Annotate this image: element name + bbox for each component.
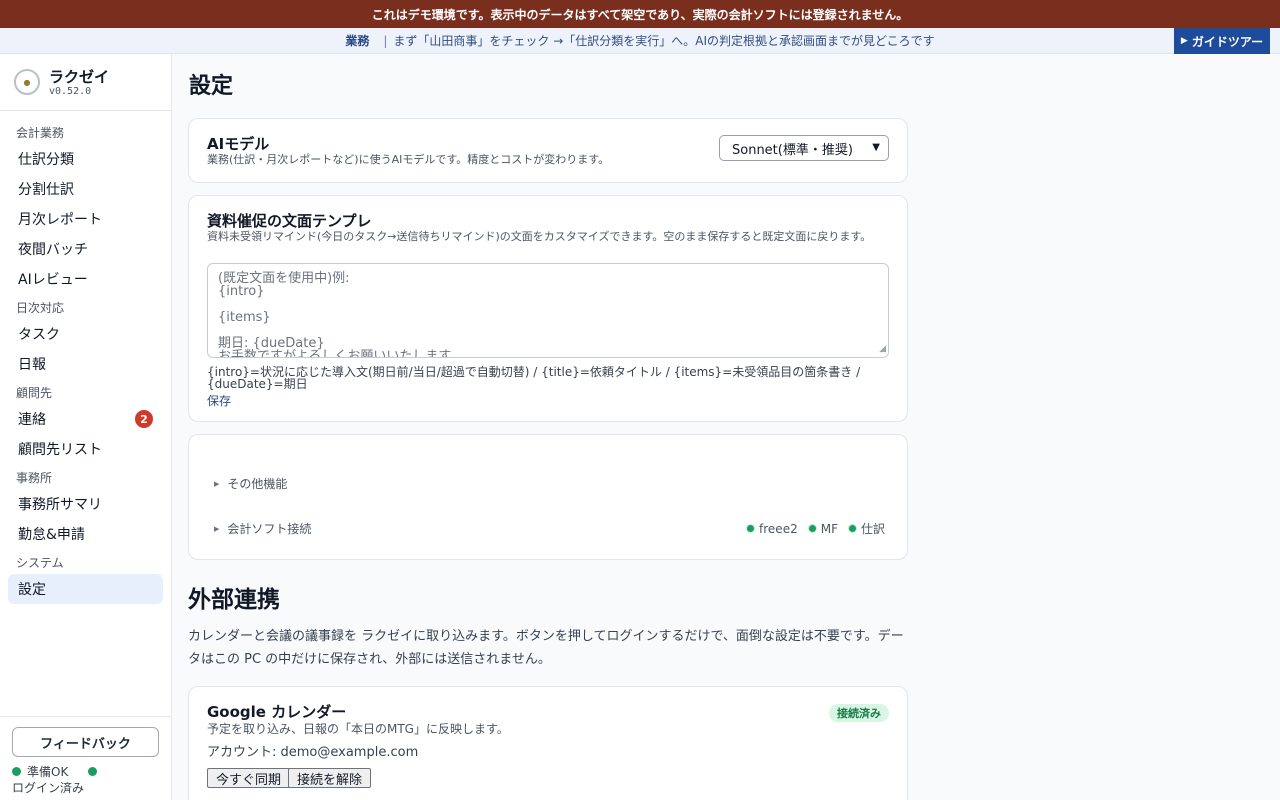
login-status: ログイン済み — [12, 781, 85, 795]
sidebar-item-settings[interactable]: 設定 — [8, 574, 163, 604]
guide-text: まず「山田商事」をチェック →「仕訳分類を実行」へ。AIの判定根拠と承認画面まで… — [393, 34, 935, 48]
system-status: 準備OK — [12, 763, 103, 780]
sidebar-item-label: 顧問先リスト — [18, 442, 102, 458]
connected-icon — [746, 524, 756, 533]
sidebar-item-monthly-report[interactable]: 月次レポート — [8, 204, 163, 234]
ai-model-title: AIモデル — [207, 135, 270, 153]
ai-model-card: AIモデル 業務(仕訳・月次レポートなど)に使うAIモデルです。精度とコストが変… — [188, 118, 908, 183]
status-badge: 接続済み — [829, 704, 889, 722]
template-save-button[interactable]: 保存 — [207, 392, 231, 409]
sidebar-item-journal-classify[interactable]: 仕訳分類 — [8, 144, 163, 174]
demo-banner: これはデモ環境です。表示中のデータはすべて架空であり、実際の会計ソフトには登録さ… — [0, 0, 1280, 28]
app-logo-icon: ● — [14, 69, 40, 95]
sidebar-item-label: 日報 — [18, 357, 46, 373]
accounting-link-label: 会計ソフト接続 — [227, 522, 312, 536]
sidebar-item-label: 夜間バッチ — [18, 242, 88, 258]
page-title: 設定 — [189, 74, 234, 99]
app-version: v0.52.0 — [49, 85, 92, 97]
chevron-down-icon: ▼ — [872, 142, 880, 153]
sidebar-item-client-list[interactable]: 顧問先リスト — [8, 434, 163, 464]
guide-bar: 業務 | まず「山田商事」をチェック →「仕訳分類を実行」へ。AIの判定根拠と承… — [0, 28, 1280, 54]
sidebar: ● ラクゼイ v0.52.0 会計業務 仕訳分類 分割仕訳 月次レポート 夜間バ… — [0, 54, 172, 800]
sidebar-item-label: 設定 — [18, 582, 46, 598]
demo-banner-text: これはデモ環境です。表示中のデータはすべて架空であり、実際の会計ソフトには登録さ… — [371, 7, 909, 22]
disclosure-triangle-icon: ▶ — [214, 524, 220, 533]
brand[interactable]: ● ラクゼイ v0.52.0 — [0, 54, 171, 111]
guide-separator: | — [383, 33, 388, 48]
app-name: ラクゼイ — [49, 67, 110, 86]
template-line: {intro} — [218, 284, 265, 299]
sidebar-footer: フィードバック 準備OK ログイン済み — [0, 716, 171, 800]
nav-section-office: 事務所 — [16, 471, 53, 485]
connection-status-list: freee2 MF 仕訳 — [736, 520, 885, 537]
google-calendar-description: 予定を取り込み、日報の「本日のMTG」に反映します。 — [207, 722, 509, 736]
sidebar-item-office-summary[interactable]: 事務所サマリ — [8, 489, 163, 519]
template-line — [218, 298, 878, 311]
template-line: {items} — [218, 310, 271, 325]
template-textarea[interactable]: (既定文面を使用中)例: {intro} {items} 期日: {dueDat… — [207, 263, 889, 358]
reminder-template-card: 資料催促の文面テンプレ 資料未受領リマインド(今日のタスク→送信待ちリマインド)… — [188, 195, 908, 422]
sidebar-item-split-journal[interactable]: 分割仕訳 — [8, 174, 163, 204]
sync-now-button[interactable]: 今すぐ同期 — [207, 768, 291, 788]
sidebar-item-label: 分割仕訳 — [18, 182, 74, 198]
main-content: 設定 AIモデル 業務(仕訳・月次レポートなど)に使うAIモデルです。精度とコス… — [172, 54, 1280, 800]
unread-badge: 2 — [135, 410, 153, 428]
sidebar-item-ai-review[interactable]: AIレビュー — [8, 264, 163, 294]
sidebar-item-daily-report[interactable]: 日報 — [8, 349, 163, 379]
google-calendar-title: Google カレンダー — [207, 703, 347, 721]
sidebar-item-label: 月次レポート — [18, 212, 102, 228]
sidebar-item-label: 勤怠&申請 — [18, 527, 85, 543]
template-description: 資料未受領リマインド(今日のタスク→送信待ちリマインド)の文面をカスタマイズでき… — [207, 230, 872, 243]
connection-mf: MF — [807, 521, 838, 536]
external-section-title: 外部連携 — [188, 587, 280, 613]
resize-grip-icon[interactable]: ◢ — [879, 343, 886, 356]
status-ready-text: 準備OK — [27, 765, 69, 779]
ai-model-selected: Sonnet(標準・推奨) — [732, 142, 853, 158]
sidebar-item-contact[interactable]: 連絡 2 — [8, 404, 163, 434]
connection-journal: 仕訳 — [847, 520, 885, 537]
connection-label: MF — [820, 521, 838, 536]
sidebar-item-night-batch[interactable]: 夜間バッチ — [8, 234, 163, 264]
connection-label: freee2 — [759, 521, 798, 536]
connection-freee: freee2 — [746, 522, 798, 536]
disclosure-triangle-icon: ▶ — [214, 479, 220, 488]
nav-section-clients: 顧問先 — [16, 386, 53, 400]
connected-icon — [807, 524, 817, 533]
guide-tour-button[interactable]: ▶ ガイドツアー — [1174, 28, 1270, 54]
status-ok-icon — [12, 767, 21, 776]
sidebar-item-label: タスク — [18, 327, 60, 343]
sidebar-item-attendance[interactable]: 勤怠&申請 — [8, 519, 163, 549]
sidebar-item-label: 事務所サマリ — [18, 497, 102, 513]
other-features-label: その他機能 — [227, 477, 288, 491]
accounting-link-toggle[interactable]: ▶ 会計ソフト接続 — [214, 520, 311, 537]
template-line: お手数ですがよろしくお願いいたします。 — [218, 349, 464, 358]
guide-tour-label: ガイドツアー — [1191, 34, 1264, 49]
connection-label: 仕訳 — [860, 522, 885, 536]
google-calendar-card: Google カレンダー 予定を取り込み、日報の「本日のMTG」に反映します。 … — [188, 686, 908, 800]
template-title: 資料催促の文面テンプレ — [207, 212, 372, 230]
template-line: (既定文面を使用中)例: — [218, 271, 350, 286]
other-settings-card: ▶ その他機能 ▶ 会計ソフト接続 freee2 MF 仕訳 — [188, 434, 908, 560]
play-icon: ▶ — [1180, 36, 1188, 46]
guide-category: 業務 — [345, 34, 370, 48]
nav-section-system: システム — [16, 556, 64, 570]
feedback-button[interactable]: フィードバック — [12, 727, 159, 757]
nav-section-daily: 日次対応 — [16, 301, 65, 315]
google-calendar-account: アカウント: demo@example.com — [207, 745, 419, 760]
external-section-description: カレンダーと会議の議事録を ラクゼイに取り込みます。ボタンを押してログインするだ… — [188, 629, 904, 667]
other-features-toggle[interactable]: ▶ その他機能 — [214, 475, 287, 492]
connected-icon — [847, 524, 857, 533]
sidebar-item-label: 仕訳分類 — [18, 152, 74, 168]
sidebar-item-tasks[interactable]: タスク — [8, 319, 163, 349]
status-ok-icon — [88, 767, 98, 776]
ai-model-select[interactable]: Sonnet(標準・推奨) ▼ — [719, 135, 889, 161]
disconnect-button[interactable]: 接続を解除 — [288, 768, 372, 788]
ai-model-description: 業務(仕訳・月次レポートなど)に使うAIモデルです。精度とコストが変わります。 — [207, 153, 610, 166]
sidebar-item-label: 連絡 — [18, 412, 46, 428]
template-placeholder-help: {intro}=状況に応じた導入文(期日前/当日/超過で自動切替) / {tit… — [207, 365, 861, 391]
sidebar-item-label: AIレビュー — [18, 272, 88, 288]
nav-section-accounting: 会計業務 — [16, 126, 65, 140]
